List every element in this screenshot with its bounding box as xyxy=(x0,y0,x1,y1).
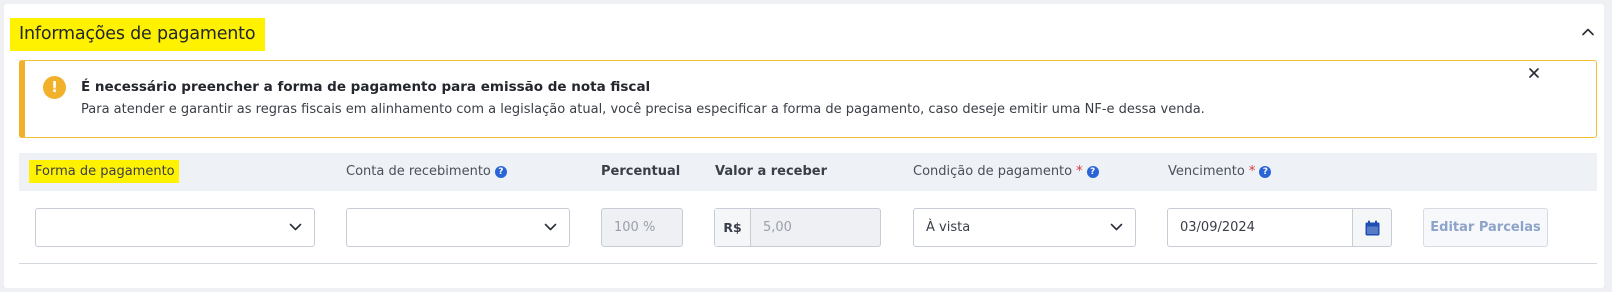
chevron-down-icon xyxy=(544,223,557,231)
percentual-input[interactable]: 100 % xyxy=(601,208,683,247)
header-forma-pagamento: Forma de pagamento xyxy=(29,153,179,191)
row-divider xyxy=(19,263,1597,264)
help-icon[interactable]: ? xyxy=(1259,165,1272,178)
header-conta-label: Conta de recebimento xyxy=(346,164,491,179)
alert-title: É necessário preencher a forma de pagame… xyxy=(81,79,651,95)
chevron-up-icon[interactable] xyxy=(1580,24,1596,40)
chevron-down-icon xyxy=(289,223,302,231)
condicao-pagamento-value: À vista xyxy=(926,220,971,235)
required-mark: * xyxy=(1076,164,1083,179)
currency-prefix: R$ xyxy=(715,209,751,246)
vencimento-date-input[interactable]: 03/09/2024 xyxy=(1167,208,1353,247)
vencimento-value: 03/09/2024 xyxy=(1180,220,1255,235)
header-percentual: Percentual xyxy=(601,164,681,179)
header-vencimento: Vencimento *? xyxy=(1168,153,1272,191)
exclamation-icon: ! xyxy=(43,76,66,99)
section-title: Informações de pagamento xyxy=(10,18,266,51)
condicao-pagamento-select[interactable]: À vista xyxy=(913,208,1136,247)
header-vencimento-label: Vencimento xyxy=(1168,164,1245,179)
percentual-value: 100 % xyxy=(614,220,656,235)
help-icon[interactable]: ? xyxy=(494,165,507,178)
header-conta-recebimento: Conta de recebimento? xyxy=(346,153,507,191)
edit-installments-button[interactable]: Editar Parcelas xyxy=(1423,208,1548,247)
help-icon[interactable]: ? xyxy=(1086,165,1099,178)
alert-message: Para atender e garantir as regras fiscai… xyxy=(81,102,1205,117)
forma-pagamento-select[interactable] xyxy=(35,208,315,247)
calendar-icon xyxy=(1365,220,1380,236)
valor-receber-value: 5,00 xyxy=(763,220,792,235)
close-icon[interactable] xyxy=(1527,66,1541,80)
valor-receber-input[interactable]: R$ 5,00 xyxy=(714,208,881,247)
payment-table-header: Forma de pagamento Conta de recebimento?… xyxy=(19,153,1597,191)
conta-recebimento-select[interactable] xyxy=(346,208,570,247)
header-condicao-label: Condição de pagamento xyxy=(913,164,1073,179)
chevron-down-icon xyxy=(1110,223,1123,231)
header-forma-label: Forma de pagamento xyxy=(29,160,179,183)
header-condicao-pagamento: Condição de pagamento *? xyxy=(913,153,1099,191)
calendar-button[interactable] xyxy=(1352,208,1392,247)
payment-info-card: Informações de pagamento ! É necessário … xyxy=(4,4,1604,288)
header-valor-receber: Valor a receber xyxy=(715,164,828,179)
fiscal-warning-alert: ! É necessário preencher a forma de paga… xyxy=(19,60,1597,138)
required-mark: * xyxy=(1248,164,1256,179)
